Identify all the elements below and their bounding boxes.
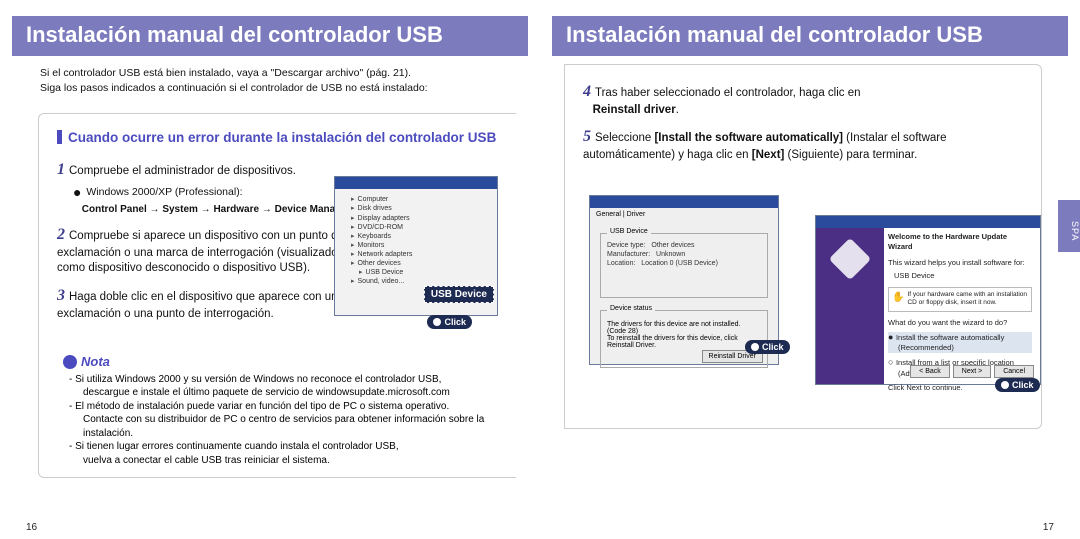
content-box-right: 4Tras haber seleccionado el controlador,…: [564, 64, 1042, 429]
page-number-left: 16: [26, 522, 37, 533]
right-page: Instalación manual del controlador USB 4…: [540, 0, 1080, 539]
wizard-next-button[interactable]: Next >: [953, 365, 991, 378]
page-number-right: 17: [1043, 522, 1054, 533]
intro-text: Si el controlador USB está bien instalad…: [0, 64, 540, 105]
step-4: 4Tras haber seleccionado el controlador,…: [583, 81, 1013, 118]
step-1: 1Compruebe el administrador de dispositi…: [57, 159, 357, 216]
note-label: Nota: [63, 353, 498, 371]
left-page: Instalación manual del controlador USB S…: [0, 0, 540, 539]
content-box-left: Cuando ocurre un error durante la instal…: [38, 113, 516, 478]
device-manager-titlebar: [335, 177, 497, 189]
click-badge-left: Click: [427, 312, 472, 330]
hardware-update-wizard-dialog: Welcome to the Hardware Update Wizard Th…: [815, 215, 1041, 385]
click-badge-dialog1: Click: [745, 337, 790, 355]
wizard-side-graphic: [816, 228, 884, 384]
step-2: 2Compruebe si aparece un dispositivo con…: [57, 224, 357, 277]
note-block: Nota - Si utiliza Windows 2000 y su vers…: [63, 353, 498, 467]
intro-line-1: Si el controlador USB está bien instalad…: [40, 66, 500, 81]
dialog1-titlebar: [590, 196, 778, 208]
page-title-right: Instalación manual del controlador USB: [552, 16, 1068, 56]
wizard-back-button[interactable]: < Back: [910, 365, 950, 378]
language-tab-spa: SPA: [1058, 200, 1080, 252]
section-heading: Cuando ocurre un error durante la instal…: [57, 130, 498, 145]
page-title-left: Instalación manual del controlador USB: [12, 16, 528, 56]
step-5: 5Seleccione [Install the software automa…: [583, 126, 1023, 163]
dialog2-titlebar: [816, 216, 1040, 228]
usb-device-badge: USB Device: [424, 286, 494, 303]
intro-line-2: Siga los pasos indicados a continuación …: [40, 81, 500, 96]
click-badge-dialog2: Click: [995, 375, 1040, 393]
radio-install-auto[interactable]: Install the software automatically (Reco…: [888, 332, 1032, 353]
